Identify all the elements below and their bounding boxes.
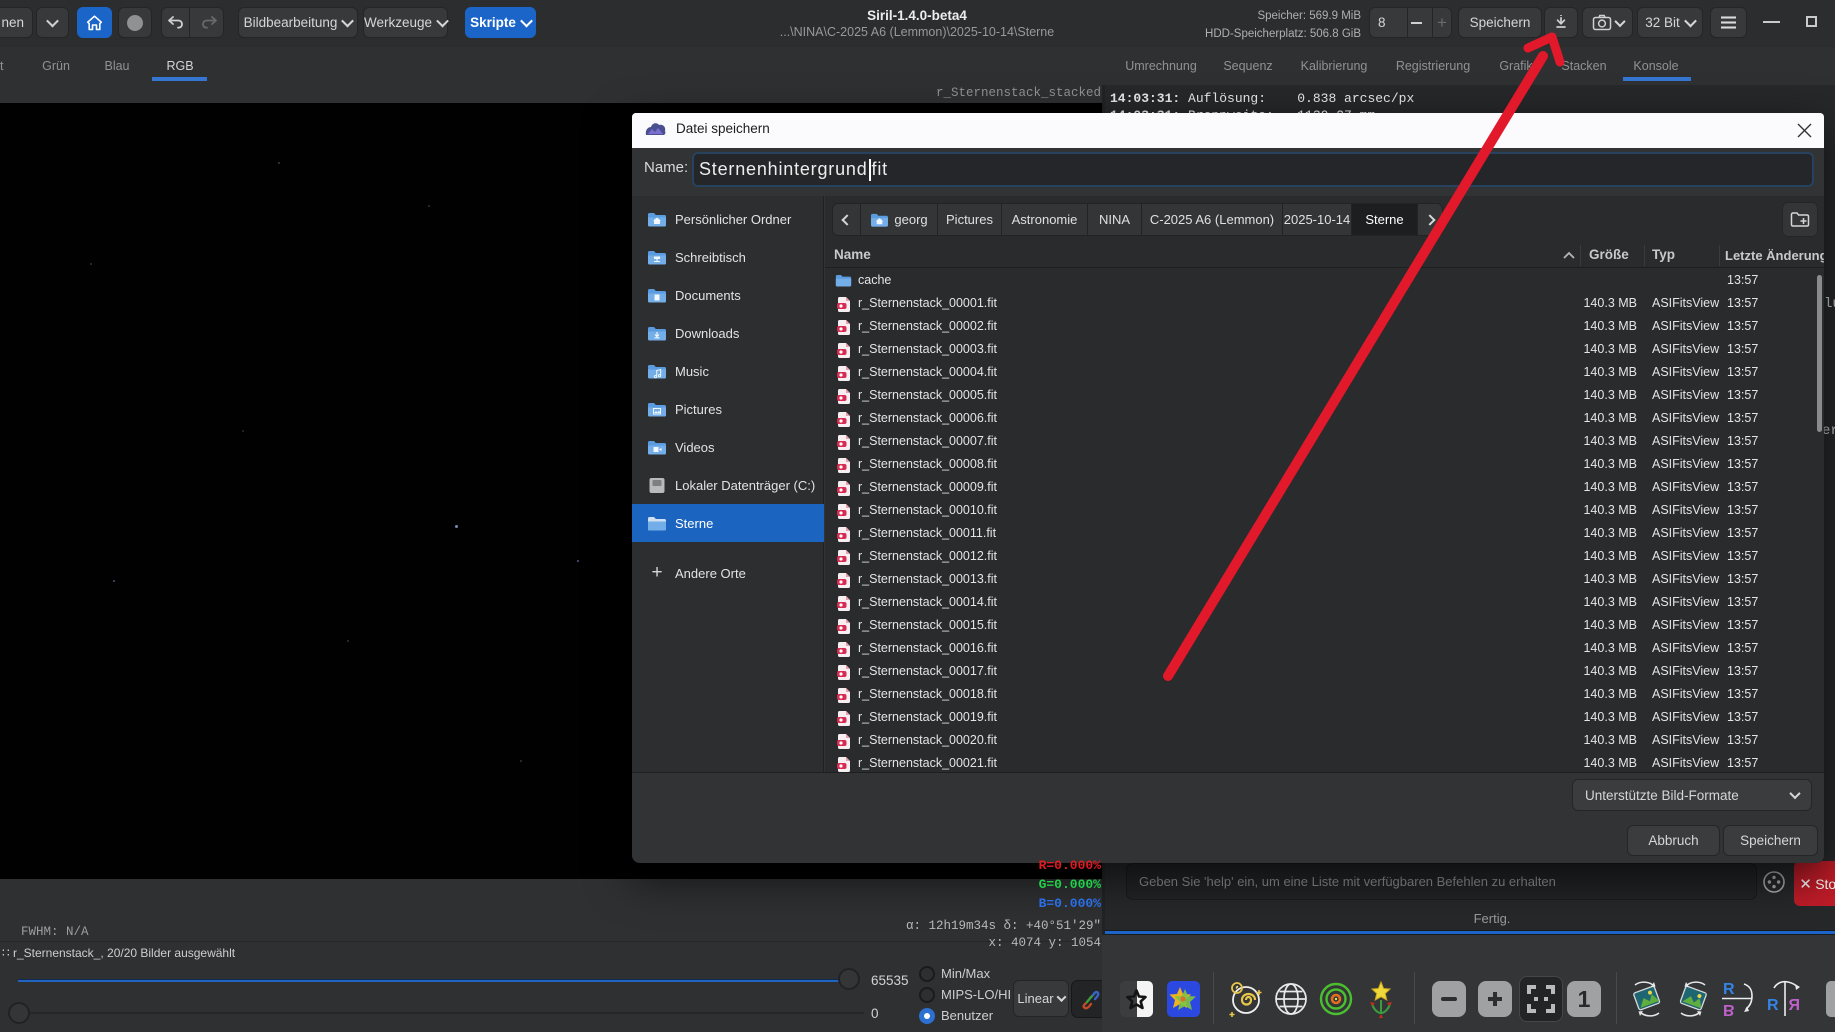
svg-text:R: R — [1767, 997, 1779, 1014]
svg-text:R: R — [1788, 997, 1800, 1014]
svg-text:R: R — [1723, 981, 1735, 998]
svg-text:B: B — [1723, 1001, 1735, 1018]
